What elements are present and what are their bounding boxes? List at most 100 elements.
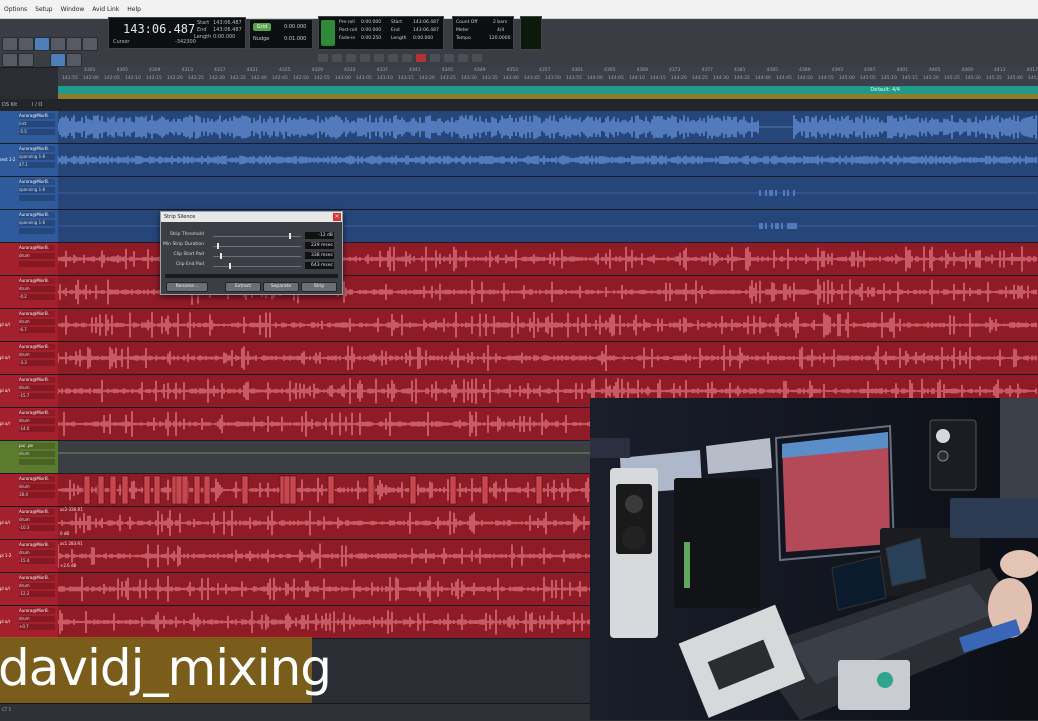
track-lane[interactable] [58, 342, 1038, 375]
track-volume[interactable]: -3.3 [19, 360, 55, 366]
stop-icon[interactable] [388, 54, 398, 62]
pencil-icon[interactable] [82, 37, 98, 51]
tr-length-value[interactable]: 0:00.000 [413, 36, 433, 41]
track-io[interactable]: drum [19, 517, 55, 523]
go-to-end-icon[interactable] [374, 54, 384, 62]
track-header[interactable]: Aurora@MixrB. drum -12.2 pl o/r [0, 573, 58, 606]
track-io[interactable]: inst [19, 121, 55, 127]
separate-button[interactable]: Separate [263, 282, 299, 292]
track-io[interactable]: spanning 1-6 [19, 187, 55, 193]
count-off-value[interactable]: 2 bars [493, 20, 507, 25]
meter-value[interactable]: 4/4 [497, 28, 504, 33]
track-lane[interactable] [58, 144, 1038, 177]
track-volume[interactable] [19, 228, 55, 234]
track-volume[interactable]: -6.7 [19, 327, 55, 333]
track-header[interactable]: Aurora@MixrB. drum -10.3 pl o/r [0, 507, 58, 540]
track-io[interactable]: drum [19, 484, 55, 490]
dialog-value-field[interactable]: 338 msec [305, 252, 334, 259]
nudge-value[interactable]: 0:01.000 [284, 36, 306, 42]
track-volume[interactable] [19, 195, 55, 201]
track-volume[interactable]: -5.5 [19, 129, 55, 135]
slip-mode-button[interactable] [66, 53, 82, 67]
shuffle-mode-button[interactable] [2, 53, 18, 67]
fadein-value[interactable]: 0:00.250 [361, 36, 381, 41]
track-volume[interactable] [19, 261, 55, 267]
dialog-slider-handle[interactable] [217, 243, 220, 249]
track-volume[interactable]: 18.4 [19, 492, 55, 498]
track-volume[interactable]: -15.4 [19, 558, 55, 564]
dialog-value-field[interactable]: -12 dB [305, 232, 334, 239]
dialog-slider-handle[interactable] [220, 253, 223, 259]
track-lane[interactable] [58, 177, 1038, 210]
dialog-slider-track[interactable] [213, 246, 301, 247]
track-io[interactable]: drum [19, 319, 55, 325]
dialog-slider-handle[interactable] [288, 233, 291, 239]
tempo-value[interactable]: 120.0000 [489, 36, 510, 41]
midi-icon[interactable] [458, 54, 468, 62]
menu-window[interactable]: Window [57, 6, 89, 13]
track-io[interactable]: drum [19, 418, 55, 424]
trim-icon[interactable] [18, 37, 34, 51]
zoom-icon[interactable] [2, 37, 18, 51]
track-name[interactable]: Aurora@MixrB. [19, 146, 55, 152]
fast-forward-icon[interactable] [360, 54, 370, 62]
track-header[interactable]: Aurora@MixrB. drum -3.3 pl o/r [0, 342, 58, 375]
dialog-value-field[interactable]: 643 msec [305, 262, 334, 269]
main-counter[interactable]: 143:06.487 Start End Length 143:06.487 1… [108, 17, 246, 49]
spot-mode-button[interactable] [18, 53, 34, 67]
track-io[interactable]: drum [19, 616, 55, 622]
grid-mode-button[interactable] [50, 53, 66, 67]
track-lane[interactable] [58, 309, 1038, 342]
menu-help[interactable]: Help [123, 6, 145, 13]
track-name[interactable]: Aurora@MixrB. [19, 278, 55, 284]
track-io[interactable]: drum [19, 451, 55, 457]
track-header[interactable]: Aurora@MixrB. spanning 1-6 47.1 rest 1-2 [0, 144, 58, 177]
track-header[interactable]: Aurora@MixrB. drum -0.2 [0, 276, 58, 309]
track-name[interactable]: Aurora@MixrB. [19, 476, 55, 482]
track-volume[interactable]: 47.1 [19, 162, 55, 168]
close-icon[interactable]: × [333, 213, 341, 221]
start-value[interactable]: 143:06.487 [213, 20, 242, 26]
grid-toggle[interactable]: Grid [253, 23, 271, 31]
track-io[interactable]: drum [19, 550, 55, 556]
rename-button[interactable]: Rename... [166, 282, 208, 292]
track-header[interactable]: Aurora@MixrB. spanning 1-6 [0, 210, 58, 243]
track-header[interactable]: Aurora@MixrB. drum -14.0 pl o/r [0, 408, 58, 441]
track-header[interactable]: Aurora@MixrB. drum +0.7 pl o/r [0, 606, 58, 639]
track-name[interactable]: Aurora@MixrB. [19, 311, 55, 317]
track-name[interactable]: Aurora@MixrB. [19, 212, 55, 218]
track-name[interactable]: pu/ .pe [19, 443, 55, 449]
track-io[interactable]: drum [19, 385, 55, 391]
grid-nudge-panel[interactable]: Grid 0:00.000 Nudge 0:01.000 [249, 19, 313, 49]
track-volume[interactable]: -10.3 [19, 525, 55, 531]
track-name[interactable]: Aurora@MixrB. [19, 410, 55, 416]
track-header[interactable]: Aurora@MixrB. drum -15.4 pl 1-2 [0, 540, 58, 573]
track-io[interactable]: drum [19, 583, 55, 589]
track-name[interactable]: Aurora@MixrB. [19, 113, 55, 119]
online-icon[interactable] [318, 54, 328, 62]
track-name[interactable]: Aurora@MixrB. [19, 344, 55, 350]
postroll-value[interactable]: 0:00.000 [361, 28, 381, 33]
extract-button[interactable]: Extract [225, 282, 261, 292]
menu-setup[interactable]: Setup [31, 6, 56, 13]
dialog-slider-track[interactable] [213, 256, 301, 257]
preroll-value[interactable]: 0:00.000 [361, 20, 381, 25]
record-icon[interactable] [416, 54, 426, 62]
strip-button[interactable]: Strip [301, 282, 337, 292]
track-name[interactable]: Aurora@MixrB. [19, 608, 55, 614]
grid-value[interactable]: 0:00.000 [284, 24, 306, 30]
wait-icon[interactable] [472, 54, 482, 62]
track-name[interactable]: Aurora@MixrB. [19, 509, 55, 515]
track-io[interactable]: drum [19, 352, 55, 358]
grabber-icon[interactable] [50, 37, 66, 51]
menu-avid-link[interactable]: Avid Link [88, 6, 123, 13]
loop-icon[interactable] [430, 54, 440, 62]
track-volume[interactable]: -15.7 [19, 393, 55, 399]
end-value[interactable]: 143:06.487 [213, 27, 242, 33]
track-io[interactable]: drum [19, 286, 55, 292]
selector-icon[interactable] [34, 37, 50, 51]
rewind-icon[interactable] [346, 54, 356, 62]
dialog-value-field[interactable]: 229 msec [305, 242, 334, 249]
track-io[interactable]: spanning 1-6 [19, 154, 55, 160]
track-name[interactable]: Aurora@MixrB. [19, 575, 55, 581]
